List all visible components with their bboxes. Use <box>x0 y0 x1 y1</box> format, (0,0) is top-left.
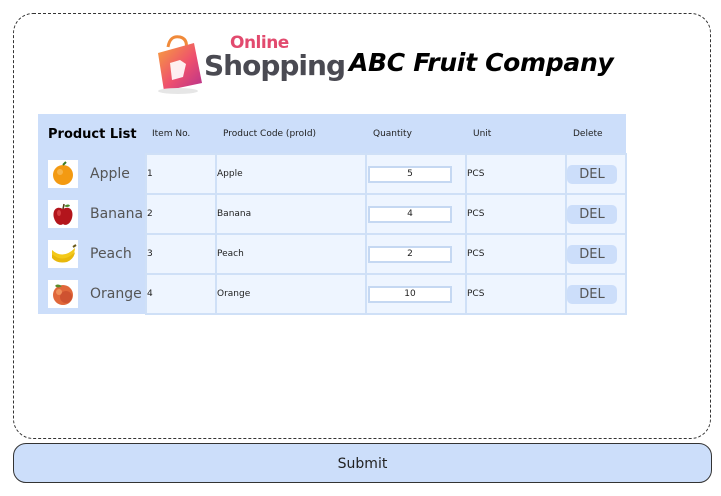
unit-header: Unit <box>466 114 566 154</box>
delete-cell: DEL <box>565 273 627 315</box>
quantity-input[interactable]: 2 <box>368 245 452 263</box>
product-cell: Peach <box>38 234 146 274</box>
item-no-cell: 4 <box>145 273 217 315</box>
delete-button[interactable]: DEL <box>567 164 617 184</box>
unit-cell: PCS <box>465 153 567 195</box>
product-name: Peach <box>90 246 132 262</box>
delete-cell: DEL <box>565 153 627 195</box>
quantity-input[interactable]: 4 <box>368 205 452 223</box>
product-name: Apple <box>90 166 130 182</box>
quantity-header: Quantity <box>366 114 466 154</box>
table-row: Peach 3 Peach 2 PCS DEL <box>38 233 627 275</box>
banana-icon <box>48 240 78 268</box>
product-list-header: Product List <box>38 114 146 154</box>
quantity-cell: 10 <box>365 273 467 315</box>
product-code-cell: Banana <box>215 193 367 235</box>
product-name: Orange <box>90 286 142 302</box>
table-row: Apple 1 Apple 5 PCS DEL <box>38 153 627 195</box>
quantity-cell: 2 <box>365 233 467 275</box>
delete-button[interactable]: DEL <box>567 284 617 304</box>
unit-cell: PCS <box>465 193 567 235</box>
delete-cell: DEL <box>565 233 627 275</box>
item-no-cell: 1 <box>145 153 217 195</box>
product-table: Product List Item No. Product Code (proI… <box>38 114 627 315</box>
table-row: Orange 4 Orange 10 PCS DEL <box>38 273 627 315</box>
table-header-row: Product List Item No. Product Code (proI… <box>38 114 626 154</box>
unit-cell: PCS <box>465 273 567 315</box>
delete-header: Delete <box>566 114 626 154</box>
logo-shopping-text: Shopping <box>204 49 346 82</box>
apple-icon <box>48 200 78 228</box>
quantity-cell: 5 <box>365 153 467 195</box>
item-no-cell: 3 <box>145 233 217 275</box>
quantity-input[interactable]: 10 <box>368 285 452 303</box>
company-title: ABC Fruit Company <box>349 48 614 77</box>
product-cell: Apple <box>38 154 146 194</box>
delete-button[interactable]: DEL <box>567 204 617 224</box>
orange-icon <box>48 160 78 188</box>
product-cell: Orange <box>38 274 146 314</box>
product-code-cell: Peach <box>215 233 367 275</box>
submit-button[interactable]: Submit <box>13 443 712 483</box>
item-no-header: Item No. <box>146 114 216 154</box>
delete-cell: DEL <box>565 193 627 235</box>
quantity-cell: 4 <box>365 193 467 235</box>
peach-icon <box>48 280 78 308</box>
product-code-cell: Orange <box>215 273 367 315</box>
quantity-input[interactable]: 5 <box>368 165 452 183</box>
product-code-cell: Apple <box>215 153 367 195</box>
shopping-bag-icon <box>158 35 202 94</box>
product-name: Banana <box>90 206 144 222</box>
delete-button[interactable]: DEL <box>567 244 617 264</box>
unit-cell: PCS <box>465 233 567 275</box>
online-shopping-logo: Online Shopping <box>150 33 346 95</box>
product-code-header: Product Code (proId) <box>216 114 366 154</box>
item-no-cell: 2 <box>145 193 217 235</box>
table-row: Banana 2 Banana 4 PCS DEL <box>38 193 627 235</box>
product-cell: Banana <box>38 194 146 234</box>
